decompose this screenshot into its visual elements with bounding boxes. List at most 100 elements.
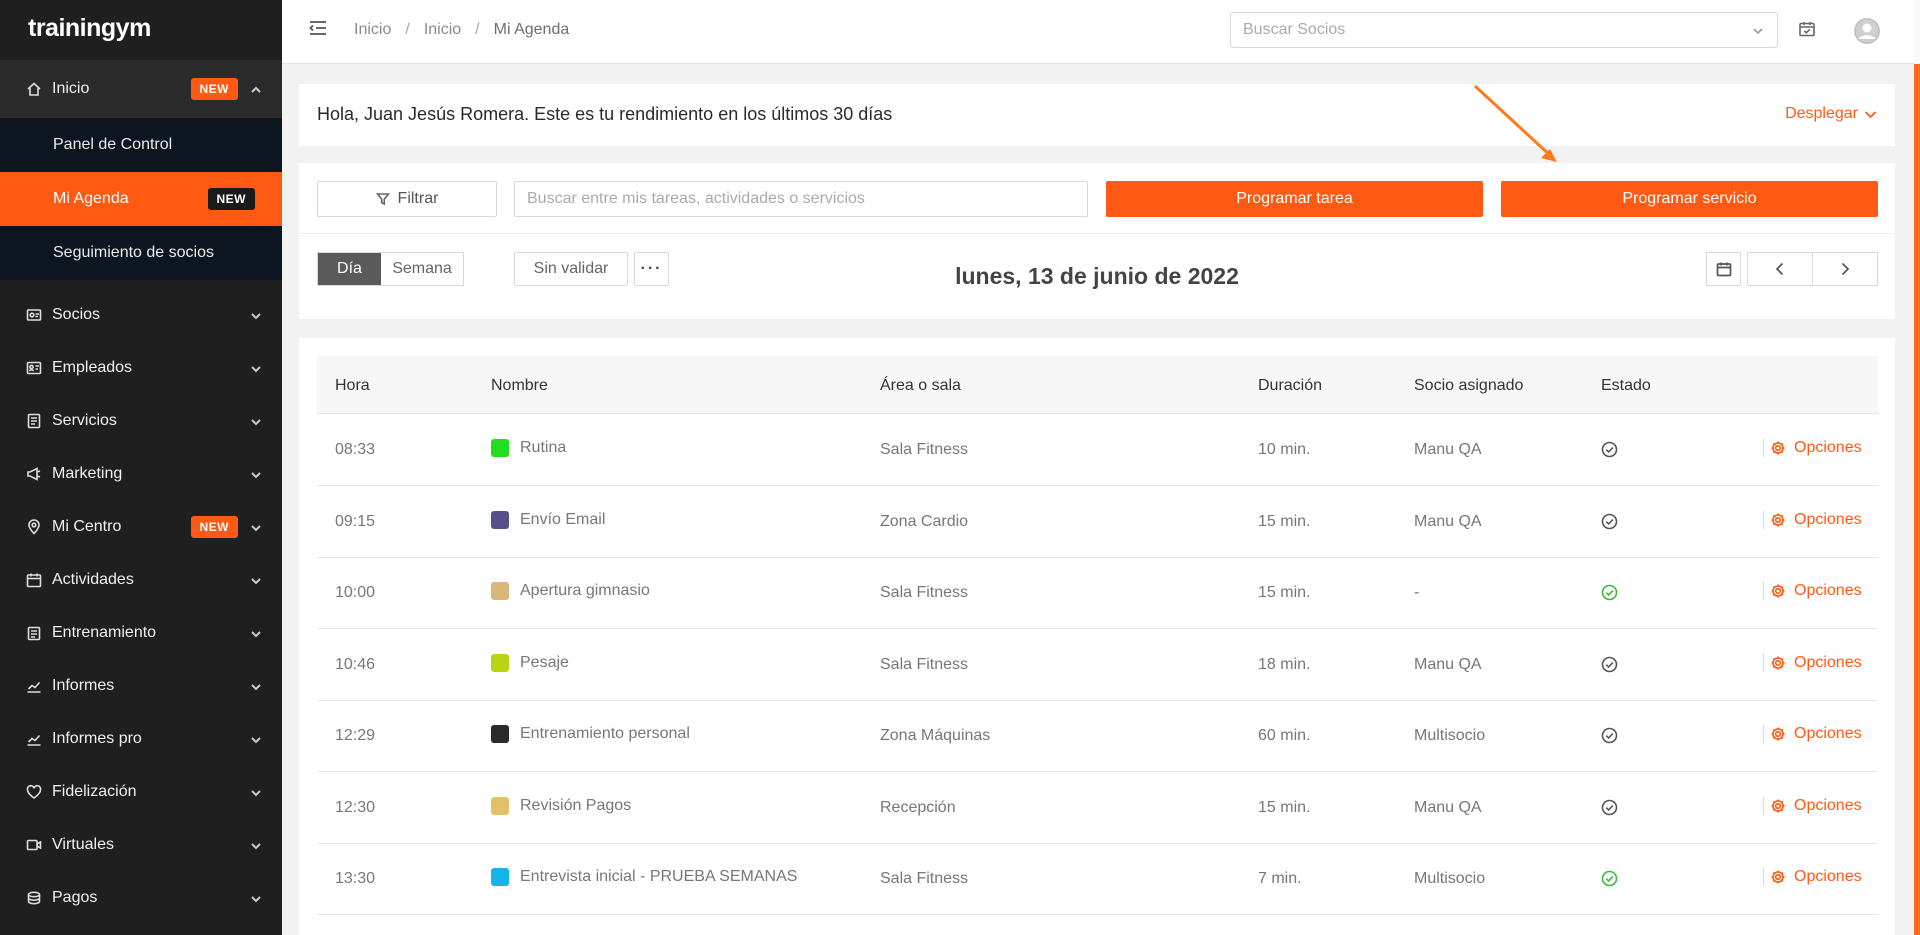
breadcrumb-item[interactable]: Inicio [424,21,461,39]
chevron-down-icon[interactable] [250,627,262,639]
column-header-area[interactable]: Área o sala [880,377,961,395]
options-button[interactable]: Opciones [1763,725,1862,743]
app-logo[interactable]: trainingym [0,0,282,60]
status-pending-icon[interactable] [1601,727,1619,745]
table-row[interactable]: 08:33 Rutina Sala Fitness 10 min. Manu QA Opc… [317,415,1878,486]
table-row[interactable]: 12:29 Entrenamiento personal Zona Máquinas… [317,701,1878,772]
sidebar-item-servicios[interactable]: Servicios [0,394,282,447]
status-done-icon[interactable] [1601,870,1619,888]
collapse-menu-icon[interactable] [308,18,328,38]
top-bar: Inicio / Inicio / Mi Agenda [282,0,1914,64]
cell-duracion: 15 min. [1258,798,1311,816]
options-button[interactable]: Opciones [1763,510,1862,529]
column-header-socio[interactable]: Socio asignado [1414,377,1523,395]
cell-socio: Manu QA [1414,798,1482,816]
cell-area: Sala Fitness [880,870,969,887]
sidebar-item-empleados[interactable]: Empleados [0,341,282,394]
sidebar-subitem-label: Mi Agenda [53,190,129,207]
color-tag [491,868,509,886]
sidebar-item-informes[interactable]: Informes [0,659,282,712]
chevron-down-icon[interactable] [250,733,262,745]
options-button[interactable]: Opciones [1763,439,1862,457]
sidebar-item-marketing[interactable]: Marketing [0,447,282,500]
schedule-service-button[interactable]: Programar servicio [1501,181,1878,217]
column-header-nombre[interactable]: Nombre [491,377,548,395]
sidebar-item-entrenamiento[interactable]: Entrenamiento [0,606,282,659]
cell-nombre[interactable]: Envío Email [491,510,605,529]
search-members-input[interactable] [1230,12,1778,48]
cell-nombre[interactable]: Rutina [491,439,566,457]
megaphone-icon [26,466,42,482]
avatar[interactable] [1854,18,1880,44]
cell-socio: Manu QA [1414,512,1482,530]
table-row[interactable]: 10:46 Pesaje Sala Fitness 18 min. Manu QA Opc… [317,630,1878,701]
column-header-estado[interactable]: Estado [1601,377,1651,395]
cell-nombre[interactable]: Revisión Pagos [491,796,631,815]
column-header-duracion[interactable]: Duración [1258,377,1322,395]
sidebar-item-pagos[interactable]: Pagos [0,871,282,924]
scrollbar-thumb[interactable] [1914,64,1920,935]
chevron-left-icon [1775,262,1784,276]
sidebar-subitem-seguimiento-de-socios[interactable]: Seguimiento de socios [0,226,282,280]
calendar-check-icon[interactable] [1798,20,1818,40]
status-pending-icon[interactable] [1601,441,1619,459]
chevron-down-icon[interactable] [250,309,262,321]
chevron-down-icon[interactable] [250,839,262,851]
status-pending-icon[interactable] [1601,656,1619,674]
cell-nombre[interactable]: Apertura gimnasio [491,582,650,600]
chevron-down-icon[interactable] [250,521,262,533]
chevron-down-icon[interactable] [250,362,262,374]
cell-nombre-label: Entrevista inicial - PRUEBA SEMANAS [520,868,798,885]
column-header-hora[interactable]: Hora [335,377,370,395]
sidebar-item-informes-pro[interactable]: Informes pro [0,712,282,765]
chevron-down-icon[interactable] [1752,24,1764,36]
sidebar-item-label: Informes pro [52,729,142,747]
status-pending-icon[interactable] [1601,513,1619,531]
sidebar-subitem-mi-agenda[interactable]: Mi Agenda NEW [0,172,282,226]
sidebar-item-inicio[interactable]: Inicio NEW [0,60,282,118]
cell-nombre[interactable]: Entrevista inicial - PRUEBA SEMANAS [491,868,797,886]
expand-button[interactable]: Desplegar [1785,105,1877,123]
table-row[interactable]: 09:15 Envío Email Zona Cardio 15 min. Manu Q… [317,487,1878,558]
cell-nombre-label: Apertura gimnasio [520,582,650,599]
sidebar-subitem-panel-de-control[interactable]: Panel de Control [0,118,282,172]
cell-socio: - [1414,584,1420,601]
chevron-down-icon[interactable] [250,680,262,692]
chevron-down-icon[interactable] [250,468,262,480]
color-tag [491,796,509,815]
date-picker-button[interactable] [1706,252,1741,286]
sidebar-item-actividades[interactable]: Actividades [0,553,282,606]
sidebar-item-socios[interactable]: Socios [0,288,282,341]
chevron-down-icon[interactable] [250,786,262,798]
gear-icon [1771,870,1785,884]
options-button[interactable]: Opciones [1763,653,1862,672]
sidebar-item-fidelizacion[interactable]: Fidelización [0,765,282,818]
next-day-button[interactable] [1812,252,1878,286]
cell-nombre-label: Pesaje [520,653,569,671]
status-done-icon[interactable] [1601,584,1619,602]
sidebar-item-mi-centro[interactable]: Mi Centro NEW [0,500,282,553]
options-button[interactable]: Opciones [1763,582,1862,600]
cell-hora: 09:15 [335,512,376,530]
chevron-down-icon[interactable] [250,415,262,427]
previous-day-button[interactable] [1747,252,1813,286]
table-row[interactable]: 10:00 Apertura gimnasio Sala Fitness 15 min… [317,558,1878,629]
breadcrumb-item[interactable]: Inicio [354,21,391,39]
chevron-up-icon[interactable] [250,83,262,95]
cell-area: Sala Fitness [880,441,969,458]
schedule-task-button[interactable]: Programar tarea [1106,181,1483,217]
table-row[interactable]: 13:30 Entrevista inicial - PRUEBA SEMANAS… [317,844,1878,915]
table-row[interactable]: 12:30 Revisión Pagos Recepción 15 min. Manu … [317,773,1878,844]
options-button[interactable]: Opciones [1763,868,1862,886]
sidebar-item-virtuales[interactable]: Virtuales [0,818,282,871]
task-search-input[interactable] [514,181,1088,217]
filter-button[interactable]: Filtrar [317,181,497,217]
chevron-down-icon[interactable] [250,892,262,904]
options-button[interactable]: Opciones [1763,796,1862,815]
sidebar-submenu-inicio: Panel de Control Mi Agenda NEW Seguimient… [0,118,282,280]
cell-nombre[interactable]: Pesaje [491,653,569,672]
chevron-down-icon[interactable] [250,574,262,586]
annotation-arrow-icon [1473,84,1557,162]
cell-nombre[interactable]: Entrenamiento personal [491,725,690,743]
status-pending-icon[interactable] [1601,799,1619,817]
